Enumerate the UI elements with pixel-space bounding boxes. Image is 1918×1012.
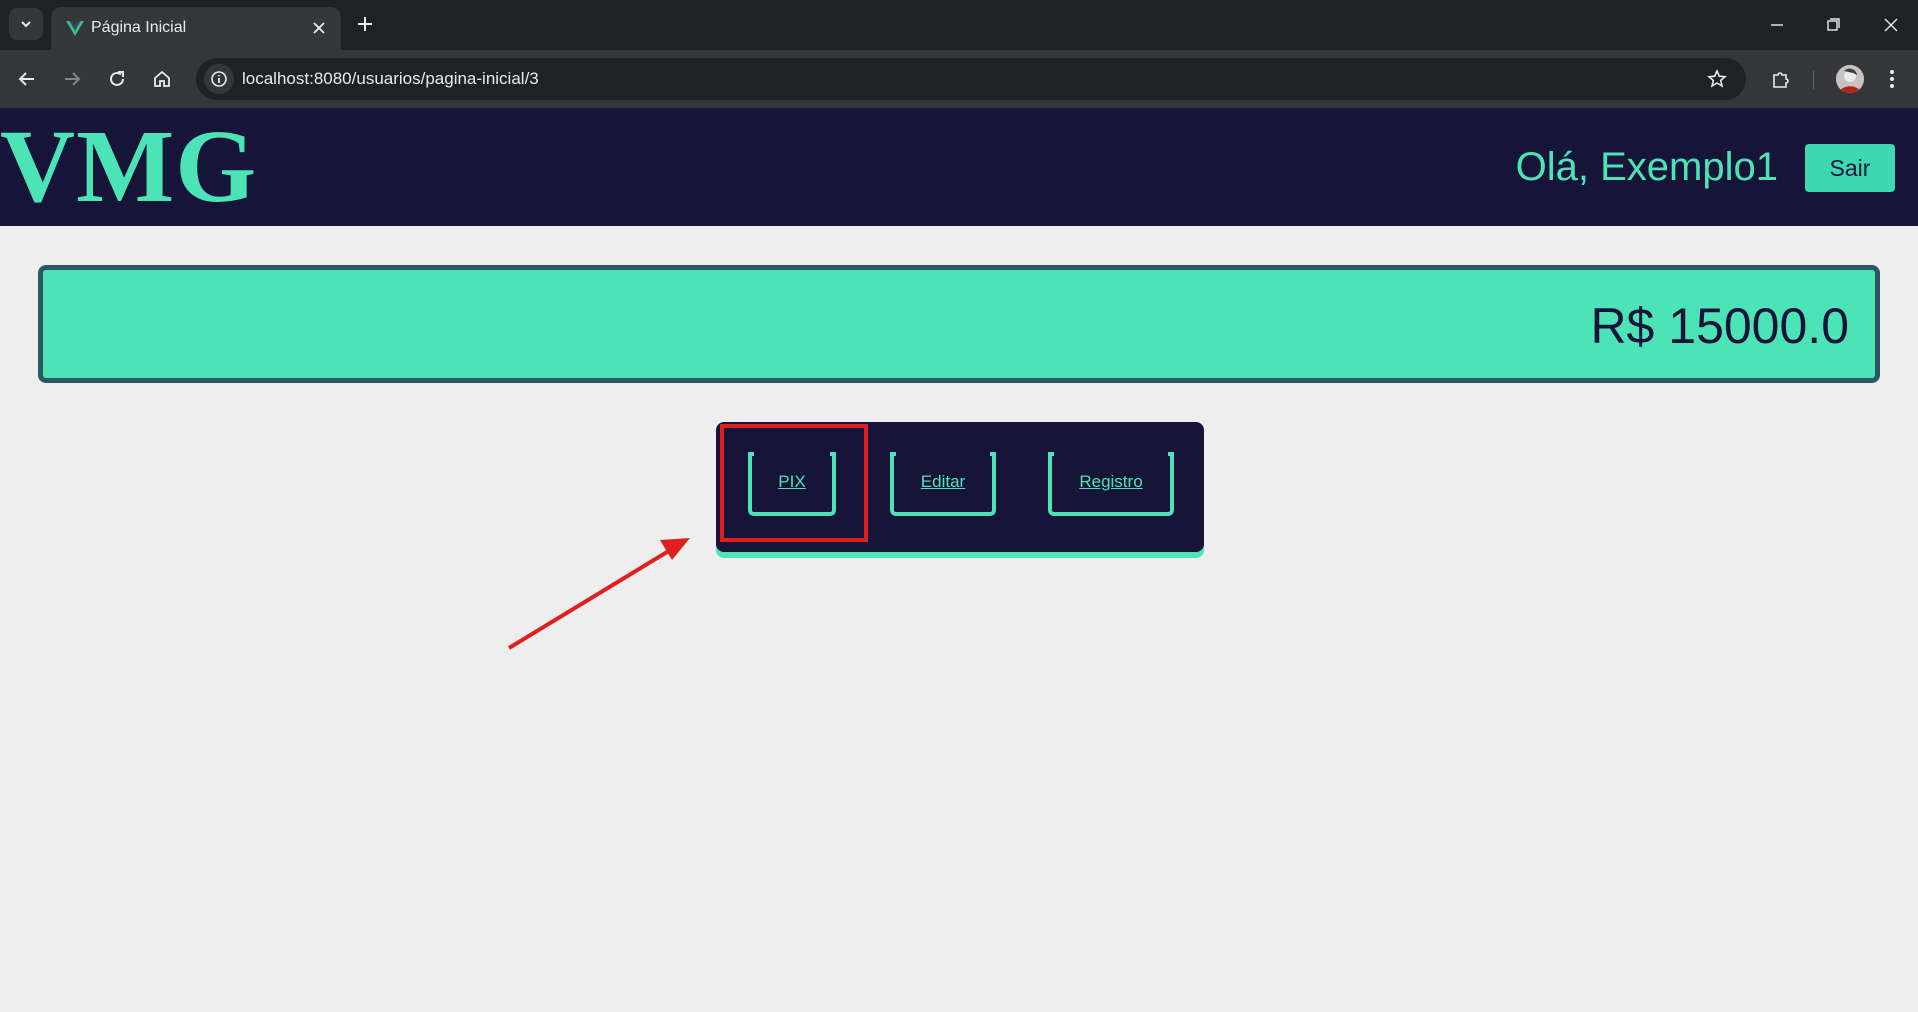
vmg-logo[interactable]: VMG xyxy=(0,112,257,222)
minimize-window-icon[interactable] xyxy=(1764,12,1790,38)
vue-favicon-icon xyxy=(66,21,84,36)
browser-menu-button[interactable] xyxy=(1878,65,1906,93)
records-button[interactable]: Registro xyxy=(1048,452,1174,516)
user-greeting: Olá, Exemplo1 xyxy=(1515,145,1778,189)
profile-avatar[interactable] xyxy=(1836,65,1864,93)
bookmark-star-icon[interactable] xyxy=(1706,68,1728,90)
profile-avatar-icon xyxy=(1836,65,1864,93)
extensions-button[interactable] xyxy=(1767,65,1795,93)
toolbar-divider xyxy=(1813,71,1814,89)
edit-button[interactable]: Editar xyxy=(890,452,996,516)
pix-button[interactable]: PIX xyxy=(748,452,836,516)
arrow-right-icon xyxy=(65,72,81,86)
browser-tab-active[interactable]: Página Inicial xyxy=(51,7,341,50)
restore-window-icon[interactable] xyxy=(1820,12,1846,38)
home-button[interactable] xyxy=(148,65,176,93)
puzzle-icon xyxy=(1773,72,1789,88)
tab-title: Página Inicial xyxy=(91,19,187,36)
arrow-left-icon xyxy=(18,72,34,86)
chevron-down-icon xyxy=(21,21,31,28)
url-text: localhost:8080/usuarios/pagina-inicial/3 xyxy=(242,69,539,88)
red-arrow-annotation xyxy=(507,538,690,650)
forward-button[interactable] xyxy=(58,65,86,93)
balance-card: R$ 15000.0 xyxy=(38,265,1880,383)
app-header: VMG Olá, Exemplo1 Sair xyxy=(0,108,1918,226)
info-icon xyxy=(211,71,227,87)
browser-tab-bar: Página Inicial xyxy=(0,0,1918,50)
account-balance: R$ 15000.0 xyxy=(1590,298,1849,354)
close-tab-icon[interactable] xyxy=(309,18,329,38)
logout-button[interactable]: Sair xyxy=(1805,144,1895,192)
action-panel: PIX Editar Registro xyxy=(716,422,1204,552)
close-window-icon[interactable] xyxy=(1878,12,1904,38)
home-icon xyxy=(154,70,170,87)
back-button[interactable] xyxy=(13,65,41,93)
more-vert-icon xyxy=(1890,70,1894,88)
address-bar[interactable]: localhost:8080/usuarios/pagina-inicial/3 xyxy=(196,58,1746,100)
reload-icon xyxy=(110,71,124,86)
site-info-button[interactable] xyxy=(204,64,234,94)
browser-toolbar: localhost:8080/usuarios/pagina-inicial/3 xyxy=(0,50,1918,108)
tab-search-button[interactable] xyxy=(9,8,43,40)
new-tab-icon[interactable] xyxy=(354,13,376,35)
reload-button[interactable] xyxy=(103,65,131,93)
